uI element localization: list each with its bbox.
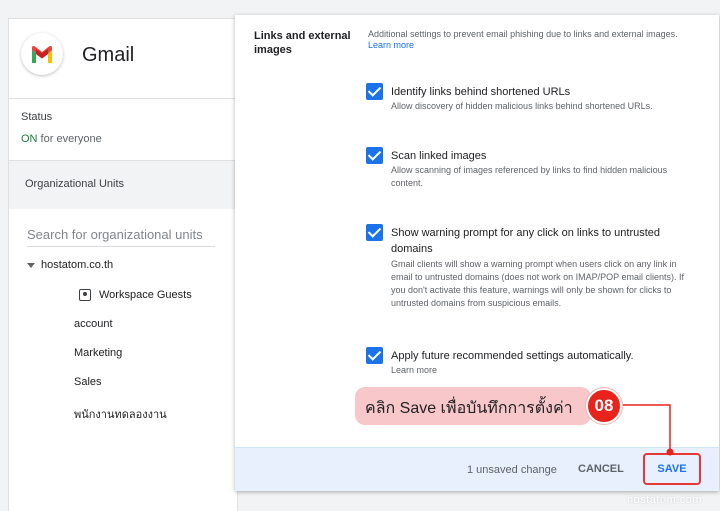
watermark: hostatom.com (627, 494, 703, 506)
callout-pointer (622, 404, 674, 456)
step-number-badge: 08 (586, 388, 622, 424)
screenshot: Gmail Status ON for everyone Organizatio… (0, 0, 720, 511)
